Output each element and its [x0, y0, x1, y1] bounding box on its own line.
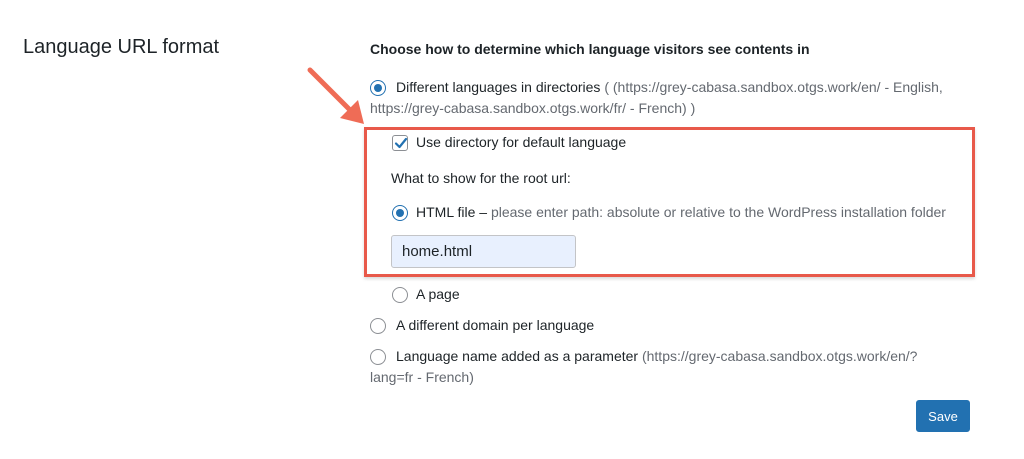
- use-default-checkbox[interactable]: [392, 135, 408, 151]
- radio-domain[interactable]: [370, 318, 386, 334]
- html-file-path-input[interactable]: [391, 235, 576, 268]
- save-button[interactable]: Save: [916, 400, 970, 432]
- html-file-label: HTML file –: [416, 204, 488, 220]
- radio-directories[interactable]: [370, 80, 386, 96]
- option-directories-line1: Different languages in directories ( (ht…: [396, 77, 943, 98]
- root-url-label: What to show for the root url:: [391, 170, 571, 186]
- option-directories-hint-2: https://grey-cabasa.sandbox.otgs.work/fr…: [370, 100, 696, 116]
- option-directories-hint-1: ( (https://grey-cabasa.sandbox.otgs.work…: [604, 79, 943, 95]
- radio-html-file[interactable]: [392, 205, 408, 221]
- options-heading: Choose how to determine which language v…: [370, 41, 810, 57]
- a-page-label: A page: [416, 286, 460, 302]
- option-parameter-hint-1: (https://grey-cabasa.sandbox.otgs.work/e…: [641, 348, 918, 364]
- checkmark-icon: [394, 137, 408, 149]
- radio-parameter[interactable]: [370, 349, 386, 365]
- option-domain-label: A different domain per language: [396, 317, 595, 333]
- language-url-settings: Language URL format Choose how to determ…: [0, 0, 1024, 459]
- option-parameter-label: Language name added as a parameter: [396, 348, 639, 364]
- use-default-label: Use directory for default language: [416, 134, 627, 150]
- option-parameter-hint-2: lang=fr - French): [370, 369, 474, 385]
- html-file-hint: please enter path: absolute or relative …: [490, 204, 946, 220]
- option-parameter-line1: Language name added as a parameter (http…: [396, 346, 917, 367]
- pointer-arrow-icon: [307, 67, 364, 124]
- option-html-file-line: HTML file – please enter path: absolute …: [416, 202, 946, 223]
- section-title: Language URL format: [23, 36, 220, 58]
- option-directories-label: Different languages in directories: [396, 79, 601, 95]
- radio-a-page[interactable]: [392, 287, 408, 303]
